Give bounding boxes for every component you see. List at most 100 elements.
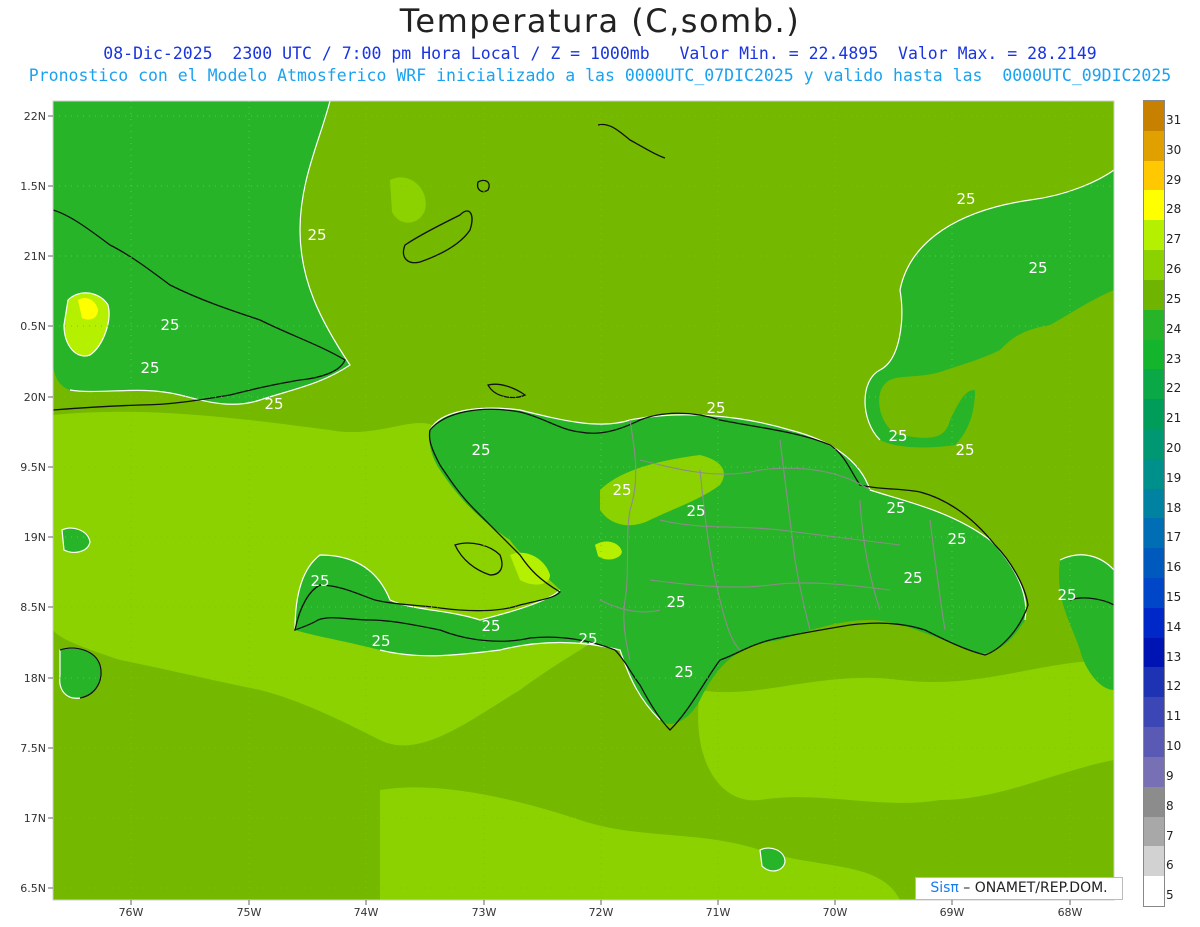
colorbar-segment — [1144, 816, 1164, 847]
colorbar-segment — [1144, 727, 1164, 758]
colorbar-label: 7 — [1166, 828, 1174, 843]
colorbar-label: 31 — [1166, 113, 1182, 127]
contour-value-label: 25 — [903, 569, 922, 587]
longitude-tick-label: 74W — [354, 906, 379, 919]
colorbar-label: 14 — [1166, 619, 1182, 634]
contour-value-label: 25 — [666, 593, 685, 611]
contour-value-label: 25 — [307, 226, 326, 244]
longitude-tick-label: 75W — [237, 906, 262, 919]
latitude-tick-label: 8.5N — [20, 601, 46, 614]
contour-value-label: 25 — [674, 663, 693, 681]
contour-value-label: 25 — [888, 427, 907, 445]
colorbar — [1143, 100, 1165, 907]
colorbar-segment — [1144, 756, 1164, 788]
colorbar-segment — [1144, 220, 1164, 251]
colorbar-segment — [1144, 667, 1164, 698]
colorbar-label: 21 — [1166, 411, 1182, 426]
colorbar-label: 30 — [1166, 142, 1182, 157]
longitude-tick-label: 76W — [119, 906, 144, 919]
colorbar-segment — [1144, 786, 1164, 818]
colorbar-label: 22 — [1166, 381, 1182, 396]
colorbar-label: 20 — [1166, 440, 1182, 455]
colorbar-segment — [1144, 488, 1164, 519]
colorbar-label: 5 — [1166, 888, 1174, 903]
contour-value-label: 25 — [481, 617, 500, 635]
colorbar-label: 11 — [1166, 709, 1182, 724]
contour-value-label: 25 — [886, 499, 905, 517]
colorbar-segment — [1144, 250, 1164, 281]
longitude-tick-label: 72W — [589, 906, 614, 919]
longitude-tick-label: 73W — [472, 906, 497, 919]
colorbar-segment — [1144, 339, 1164, 370]
colorbar-label: 26 — [1166, 262, 1182, 277]
longitude-tick-label: 70W — [823, 906, 848, 919]
colorbar-segment — [1144, 876, 1164, 907]
colorbar-label: 18 — [1166, 500, 1182, 515]
colorbar-label: 10 — [1166, 739, 1182, 754]
colorbar-segment — [1144, 428, 1164, 460]
colorbar-label: 27 — [1166, 232, 1182, 247]
contour-value-label: 25 — [264, 395, 283, 413]
colorbar-segment — [1144, 190, 1164, 221]
colorbar-label: 29 — [1166, 172, 1182, 187]
contour-value-label: 25 — [140, 359, 159, 377]
colorbar-segment — [1144, 637, 1164, 668]
temperature-map: 22N 1.5N 21N 0.5N 20N 9.5N 19N 8.5N 18N 7.5N 17N 6.… — [20, 100, 1115, 919]
contour-value-label: 25 — [160, 316, 179, 334]
sis-pi-logo: Sisπ — [930, 880, 959, 896]
colorbar-label: 23 — [1166, 351, 1182, 366]
longitude-tick-labels: 76W 75W 74W 73W 72W 71W 70W 69W 68W — [119, 900, 1083, 919]
colorbar-segment — [1144, 130, 1164, 162]
colorbar-label: 19 — [1166, 470, 1182, 485]
colorbar-label: 16 — [1166, 560, 1182, 575]
contour-value-label: 25 — [612, 481, 631, 499]
colorbar-segment — [1144, 548, 1164, 579]
latitude-tick-label: 9.5N — [20, 461, 46, 474]
latitude-tick-label: 17N — [24, 812, 46, 825]
colorbar-segment — [1144, 160, 1164, 191]
contour-value-label: 25 — [310, 572, 329, 590]
latitude-tick-label: 0.5N — [20, 320, 46, 333]
contour-value-label: 25 — [371, 632, 390, 650]
latitude-tick-label: 19N — [24, 531, 46, 544]
temperature-field — [53, 101, 1114, 900]
colorbar-label: 15 — [1166, 590, 1182, 605]
credit-text: – ONAMET/REP.DOM. — [958, 880, 1108, 896]
colorbar-segment — [1144, 697, 1164, 728]
longitude-tick-label: 69W — [940, 906, 965, 919]
colorbar-segment — [1144, 399, 1164, 430]
longitude-tick-label: 71W — [706, 906, 731, 919]
latitude-tick-label: 22N — [24, 110, 46, 123]
colorbar-label: 6 — [1166, 858, 1174, 873]
latitude-tick-label: 21N — [24, 250, 46, 263]
contour-value-label: 25 — [471, 441, 490, 459]
colorbar-segment — [1144, 279, 1164, 311]
colorbar-label: 9 — [1166, 768, 1174, 783]
credit-box: Sisπ – ONAMET/REP.DOM. — [915, 877, 1123, 900]
latitude-tick-label: 6.5N — [20, 882, 46, 895]
colorbar-segment — [1144, 607, 1164, 639]
latitude-tick-label: 1.5N — [20, 180, 46, 193]
colorbar-segment — [1144, 101, 1164, 132]
contour-value-label: 25 — [1057, 586, 1076, 604]
latitude-tick-label: 20N — [24, 391, 46, 404]
colorbar-label: 12 — [1166, 679, 1182, 694]
colorbar-segment — [1144, 846, 1164, 877]
latitude-tick-label: 7.5N — [20, 742, 46, 755]
colorbar-label: 8 — [1166, 798, 1174, 813]
latitude-tick-label: 18N — [24, 672, 46, 685]
colorbar-label: 13 — [1166, 649, 1182, 664]
colorbar-segment — [1144, 309, 1164, 341]
contour-value-label: 25 — [706, 399, 725, 417]
colorbar-segment — [1144, 578, 1164, 609]
contour-value-label: 25 — [947, 530, 966, 548]
contour-value-label: 25 — [1028, 259, 1047, 277]
colorbar-label: 28 — [1166, 202, 1182, 217]
contour-value-label: 25 — [956, 190, 975, 208]
colorbar-segment — [1144, 369, 1164, 400]
colorbar-segment — [1144, 518, 1164, 549]
colorbar-label: 24 — [1166, 321, 1182, 336]
colorbar-label: 25 — [1166, 291, 1182, 306]
colorbar-segment — [1144, 458, 1164, 490]
contour-value-label: 25 — [578, 630, 597, 648]
